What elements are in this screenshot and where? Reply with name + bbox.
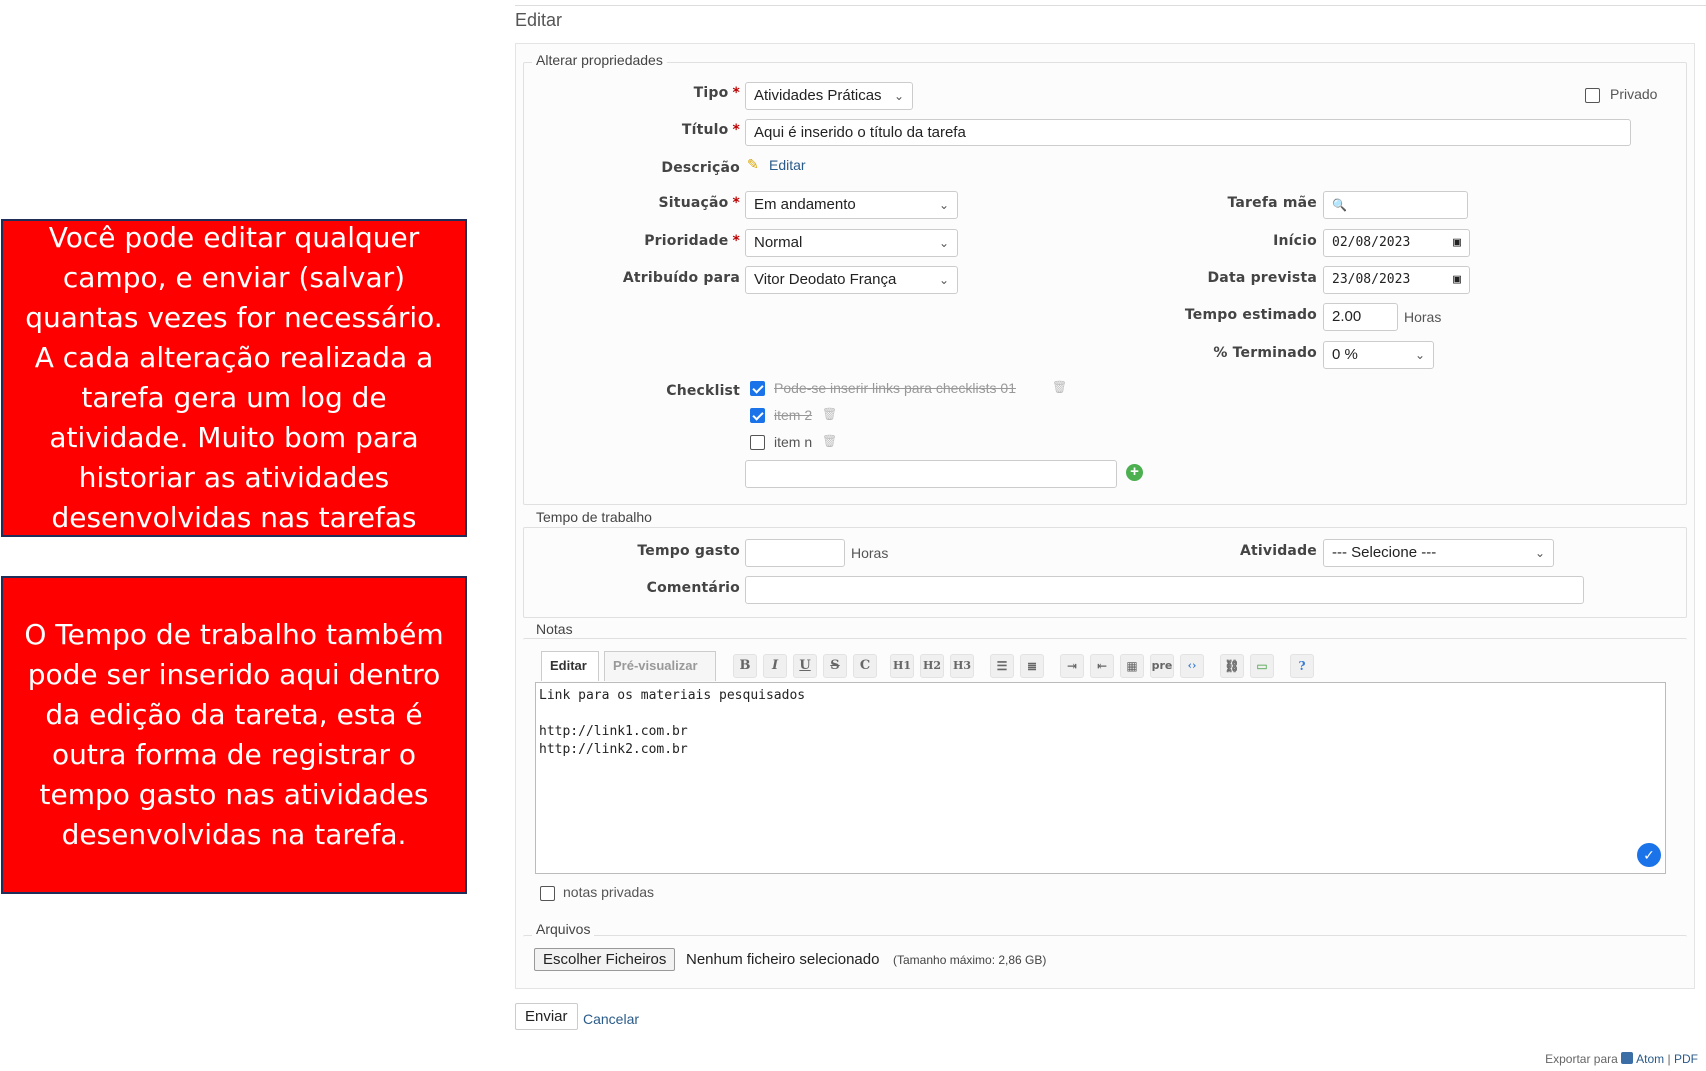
checklist-item-checkbox[interactable]	[750, 381, 765, 396]
export-label: Exportar para	[1545, 1052, 1618, 1066]
callout-work-time-info: O Tempo de trabalho também pode ser inse…	[1, 576, 467, 894]
situacao-select[interactable]: Em andamento ⌄	[745, 191, 958, 219]
notas-privadas-checkbox[interactable]	[540, 886, 555, 901]
link-icon[interactable]: ⛓	[1220, 654, 1244, 678]
chevron-down-icon: ⌄	[938, 198, 949, 212]
terminado-label: % Terminado	[1213, 345, 1317, 361]
table-icon[interactable]: ▦	[1120, 654, 1144, 678]
chevron-down-icon: ⌄	[893, 89, 904, 103]
unordered-list-icon[interactable]: ☰	[990, 654, 1014, 678]
pre-button[interactable]: pre	[1150, 654, 1174, 678]
tipo-label: Tipo *	[693, 85, 740, 101]
tipo-select[interactable]: Atividades Práticas ⌄	[745, 82, 913, 110]
code-block-icon[interactable]: ‹›	[1180, 654, 1204, 678]
ordered-list-icon[interactable]: ≣	[1020, 654, 1044, 678]
checklist-item-checkbox[interactable]	[750, 408, 765, 423]
tempo-estimado-input[interactable]: 2.00	[1323, 303, 1398, 331]
descricao-label: Descrição	[661, 160, 740, 176]
checklist-item-checkbox[interactable]	[750, 435, 765, 450]
cancel-link[interactable]: Cancelar	[583, 1011, 639, 1027]
data-prevista-label: Data prevista	[1207, 270, 1317, 286]
tab-editar[interactable]: Editar	[541, 651, 599, 681]
comentario-label: Comentário	[646, 580, 740, 596]
bold-button[interactable]: B	[733, 654, 757, 678]
no-file-selected-text: Nenhum ficheiro selecionado	[686, 951, 880, 968]
search-icon: 🔍	[1332, 198, 1347, 212]
tarefa-mae-input[interactable]: 🔍	[1323, 191, 1468, 219]
comentario-input[interactable]	[745, 576, 1584, 604]
page-title: Editar	[515, 10, 563, 30]
tempo-estimado-unit: Horas	[1404, 309, 1442, 325]
trash-icon[interactable]: 🗑	[1052, 380, 1067, 394]
terminado-select[interactable]: 0 % ⌄	[1323, 341, 1434, 369]
notas-privadas-label: notas privadas	[563, 884, 655, 900]
export-atom-link[interactable]: Atom	[1636, 1052, 1664, 1066]
data-prevista-date-input[interactable]: 23/08/2023 ▣	[1323, 266, 1470, 294]
tempo-gasto-label: Tempo gasto	[637, 543, 740, 559]
submit-button[interactable]: Enviar	[515, 1003, 578, 1030]
atribuido-select[interactable]: Vitor Deodato França ⌄	[745, 266, 958, 294]
pencil-icon: ✎	[747, 156, 759, 172]
checklist-item-text[interactable]: item n	[774, 434, 812, 450]
trash-icon[interactable]: 🗑	[822, 434, 837, 448]
prioridade-select[interactable]: Normal ⌄	[745, 229, 958, 257]
tempo-estimado-label: Tempo estimado	[1184, 307, 1317, 323]
strikethrough-button[interactable]: S	[823, 654, 847, 678]
italic-button[interactable]: I	[763, 654, 787, 678]
titulo-input[interactable]: Aqui é inserido o título da tarefa	[745, 119, 1631, 146]
export-pdf-link[interactable]: PDF	[1674, 1052, 1698, 1066]
checklist-item-text[interactable]: item 2	[774, 407, 812, 423]
help-icon[interactable]: ?	[1290, 654, 1314, 678]
indent-icon[interactable]: ⇥	[1060, 654, 1084, 678]
add-checklist-item-icon[interactable]: +	[1126, 464, 1143, 481]
heading2-button[interactable]: H2	[920, 654, 944, 678]
notes-textarea[interactable]: Link para os materiais pesquisados http:…	[535, 682, 1666, 874]
titulo-label: Título *	[681, 122, 740, 138]
tempo-gasto-input[interactable]	[745, 539, 845, 567]
underline-button[interactable]: U	[793, 654, 817, 678]
situacao-label: Situação *	[658, 195, 740, 211]
notes-legend: Notas	[532, 621, 577, 637]
footer-separator: |	[1667, 1052, 1671, 1066]
calendar-icon[interactable]: ▣	[1453, 271, 1461, 289]
image-icon[interactable]: ▭	[1250, 654, 1274, 678]
tab-pre-visualizar[interactable]: Pré-visualizar	[604, 651, 716, 681]
inicio-label: Início	[1273, 233, 1317, 249]
rss-icon	[1621, 1052, 1634, 1064]
choose-files-button[interactable]: Escolher Ficheiros	[534, 948, 676, 971]
atribuido-label: Atribuído para	[622, 270, 740, 286]
calendar-icon[interactable]: ▣	[1453, 234, 1461, 252]
heading1-button[interactable]: H1	[890, 654, 914, 678]
max-size-text: (Tamanho máximo: 2,86 GB)	[893, 953, 1047, 967]
checklist-label: Checklist	[666, 383, 740, 399]
work-time-legend: Tempo de trabalho	[532, 509, 656, 525]
atividade-select[interactable]: --- Selecione --- ⌄	[1323, 539, 1554, 567]
privado-label: Privado	[1610, 86, 1658, 102]
files-legend: Arquivos	[532, 921, 595, 937]
export-footer: Exportar para Atom | PDF	[1545, 1052, 1698, 1066]
chevron-down-icon: ⌄	[938, 236, 949, 250]
tarefa-mae-label: Tarefa mãe	[1227, 195, 1317, 211]
chevron-down-icon: ⌄	[938, 273, 949, 287]
outdent-icon[interactable]: ⇤	[1090, 654, 1114, 678]
atividade-label: Atividade	[1239, 543, 1317, 559]
tempo-gasto-unit: Horas	[851, 545, 889, 561]
descricao-edit-link[interactable]: Editar	[769, 157, 806, 173]
properties-legend: Alterar propriedades	[532, 52, 667, 68]
callout-edit-info: Você pode editar qualquer campo, e envia…	[1, 219, 467, 537]
trash-icon[interactable]: 🗑	[822, 407, 837, 421]
heading3-button[interactable]: H3	[950, 654, 974, 678]
checklist-new-item-input[interactable]	[745, 460, 1117, 488]
check-badge-icon[interactable]: ✓	[1637, 843, 1661, 867]
prioridade-label: Prioridade *	[644, 233, 740, 249]
checklist-item-text[interactable]: Pode-se inserir links para checklists 01	[774, 380, 1016, 396]
privado-checkbox[interactable]	[1585, 88, 1600, 103]
chevron-down-icon: ⌄	[1534, 546, 1545, 560]
inicio-date-input[interactable]: 02/08/2023 ▣	[1323, 229, 1470, 257]
chevron-down-icon: ⌄	[1414, 348, 1425, 362]
top-divider	[515, 5, 1706, 6]
code-inline-button[interactable]: C	[853, 654, 877, 678]
